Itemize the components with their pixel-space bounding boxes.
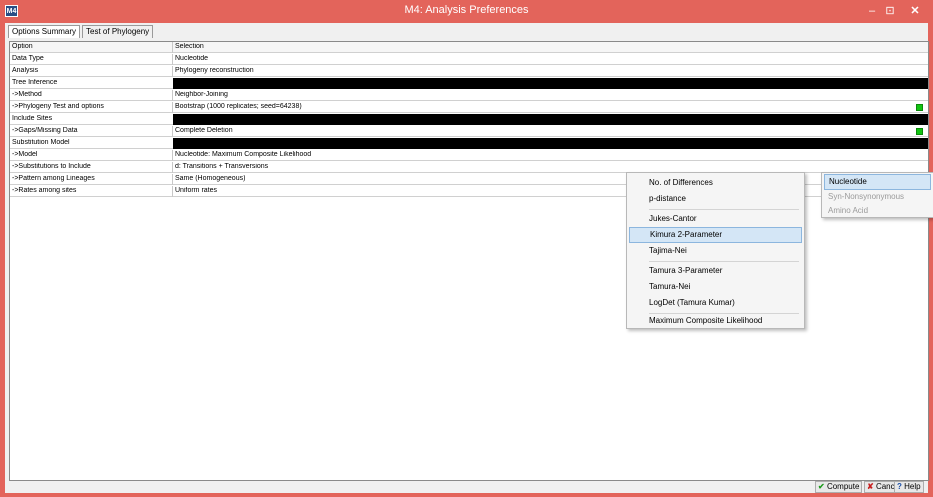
- grid-row-model[interactable]: ->Model Nucleotide: Maximum Composite Li…: [10, 150, 928, 161]
- column-divider: [172, 54, 173, 65]
- column-divider: [172, 126, 173, 137]
- editable-indicator-icon[interactable]: [916, 104, 923, 111]
- column-divider: [172, 90, 173, 101]
- menu-item-no-of-differences[interactable]: No. of Differences: [629, 175, 802, 191]
- section-label: Tree Inference: [12, 79, 58, 86]
- menu-item-logdet[interactable]: LogDet (Tamura Kumar): [629, 295, 802, 311]
- column-divider: [172, 66, 173, 77]
- option-label: ->Phylogeny Test and options: [12, 103, 104, 110]
- help-icon: ?: [897, 482, 902, 491]
- tab-test-of-phylogeny[interactable]: Test of Phylogeny: [82, 25, 154, 38]
- compute-button[interactable]: ✔ Compute: [815, 481, 863, 493]
- selection-value: Complete Deletion: [175, 127, 233, 134]
- check-icon: ✔: [818, 482, 825, 491]
- section-label: Include Sites: [12, 115, 53, 122]
- option-label: Data Type: [12, 55, 44, 62]
- column-divider: [172, 102, 173, 113]
- section-bar: [173, 114, 928, 125]
- option-label: ->Pattern among Lineages: [12, 175, 95, 182]
- title-bar: M4 M4: Analysis Preferences – ⊡ ✕: [0, 0, 933, 23]
- help-label: Help: [904, 482, 921, 491]
- model-dropdown-menu: No. of Differences p-distance Jukes-Cant…: [626, 172, 805, 329]
- column-divider: [172, 150, 173, 161]
- column-divider: [172, 174, 173, 185]
- maximize-button[interactable]: ⊡: [882, 2, 898, 20]
- menu-separator: [649, 261, 799, 262]
- column-divider: [172, 162, 173, 173]
- grid-row-gaps-missing-data[interactable]: ->Gaps/Missing Data Complete Deletion: [10, 126, 928, 137]
- editable-indicator-icon[interactable]: [916, 128, 923, 135]
- grid-section-substitution-model: Substitution Model: [10, 138, 928, 149]
- close-button[interactable]: ✕: [902, 2, 928, 20]
- grid-section-tree-inference: Tree Inference: [10, 78, 928, 89]
- help-button[interactable]: ? Help: [894, 481, 924, 493]
- tab-strip: Options Summary Test of Phylogeny: [8, 25, 154, 38]
- tab-options-summary[interactable]: Options Summary: [8, 25, 81, 38]
- grid-header-row: Option Selection: [10, 42, 928, 53]
- column-divider: [172, 42, 173, 53]
- grid-section-include-sites: Include Sites: [10, 114, 928, 125]
- menu-item-tamura-nei[interactable]: Tamura-Nei: [629, 279, 802, 295]
- column-header-selection: Selection: [175, 43, 204, 50]
- option-label: ->Method: [12, 91, 42, 98]
- menu-item-tamura-3-parameter[interactable]: Tamura 3-Parameter: [629, 263, 802, 279]
- grid-row-analysis[interactable]: Analysis Phylogeny reconstruction: [10, 66, 928, 77]
- grid-row-phylogeny-test[interactable]: ->Phylogeny Test and options Bootstrap (…: [10, 102, 928, 113]
- menu-item-p-distance[interactable]: p-distance: [629, 191, 802, 207]
- selection-value: Nucleotide: Maximum Composite Likelihood: [175, 151, 312, 158]
- grid-row-method[interactable]: ->Method Neighbor-Joining: [10, 90, 928, 101]
- option-label: ->Substitutions to Include: [12, 163, 91, 170]
- selection-value: Neighbor-Joining: [175, 91, 228, 98]
- menu-item-nucleotide[interactable]: Nucleotide: [824, 174, 931, 190]
- option-label: ->Model: [12, 151, 38, 158]
- menu-item-kimura-2-parameter[interactable]: Kimura 2-Parameter: [629, 227, 802, 243]
- menu-item-jukes-cantor[interactable]: Jukes-Cantor: [629, 211, 802, 227]
- x-icon: ✘: [867, 482, 874, 491]
- minimize-button[interactable]: –: [864, 2, 880, 20]
- section-label: Substitution Model: [12, 139, 70, 146]
- selection-value: Bootstrap (1000 replicates; seed=64238): [175, 103, 302, 110]
- selection-value: Nucleotide: [175, 55, 209, 62]
- selection-value: Phylogeny reconstruction: [175, 67, 254, 74]
- menu-item-maximum-composite-likelihood[interactable]: Maximum Composite Likelihood: [629, 313, 802, 329]
- compute-label: Compute: [826, 482, 860, 491]
- menu-item-amino-acid: Amino Acid: [828, 206, 869, 215]
- menu-item-tajima-nei[interactable]: Tajima-Nei: [629, 243, 802, 259]
- column-divider: [172, 186, 173, 197]
- section-bar: [173, 78, 928, 89]
- section-bar: [173, 138, 928, 149]
- option-label: ->Rates among sites: [12, 187, 77, 194]
- option-label: ->Gaps/Missing Data: [12, 127, 78, 134]
- menu-separator: [649, 209, 799, 210]
- window-frame-left: [0, 23, 5, 497]
- option-label: Analysis: [12, 67, 39, 74]
- selection-value: d: Transitions + Transversions: [175, 163, 269, 170]
- datatype-submenu: Nucleotide Syn-Nonsynonymous Amino Acid: [821, 172, 933, 218]
- window-title: M4: Analysis Preferences: [404, 4, 529, 16]
- column-header-option: Option: [12, 43, 33, 50]
- window-frame-bottom: [0, 493, 933, 497]
- grid-row-data-type[interactable]: Data Type Nucleotide: [10, 54, 928, 65]
